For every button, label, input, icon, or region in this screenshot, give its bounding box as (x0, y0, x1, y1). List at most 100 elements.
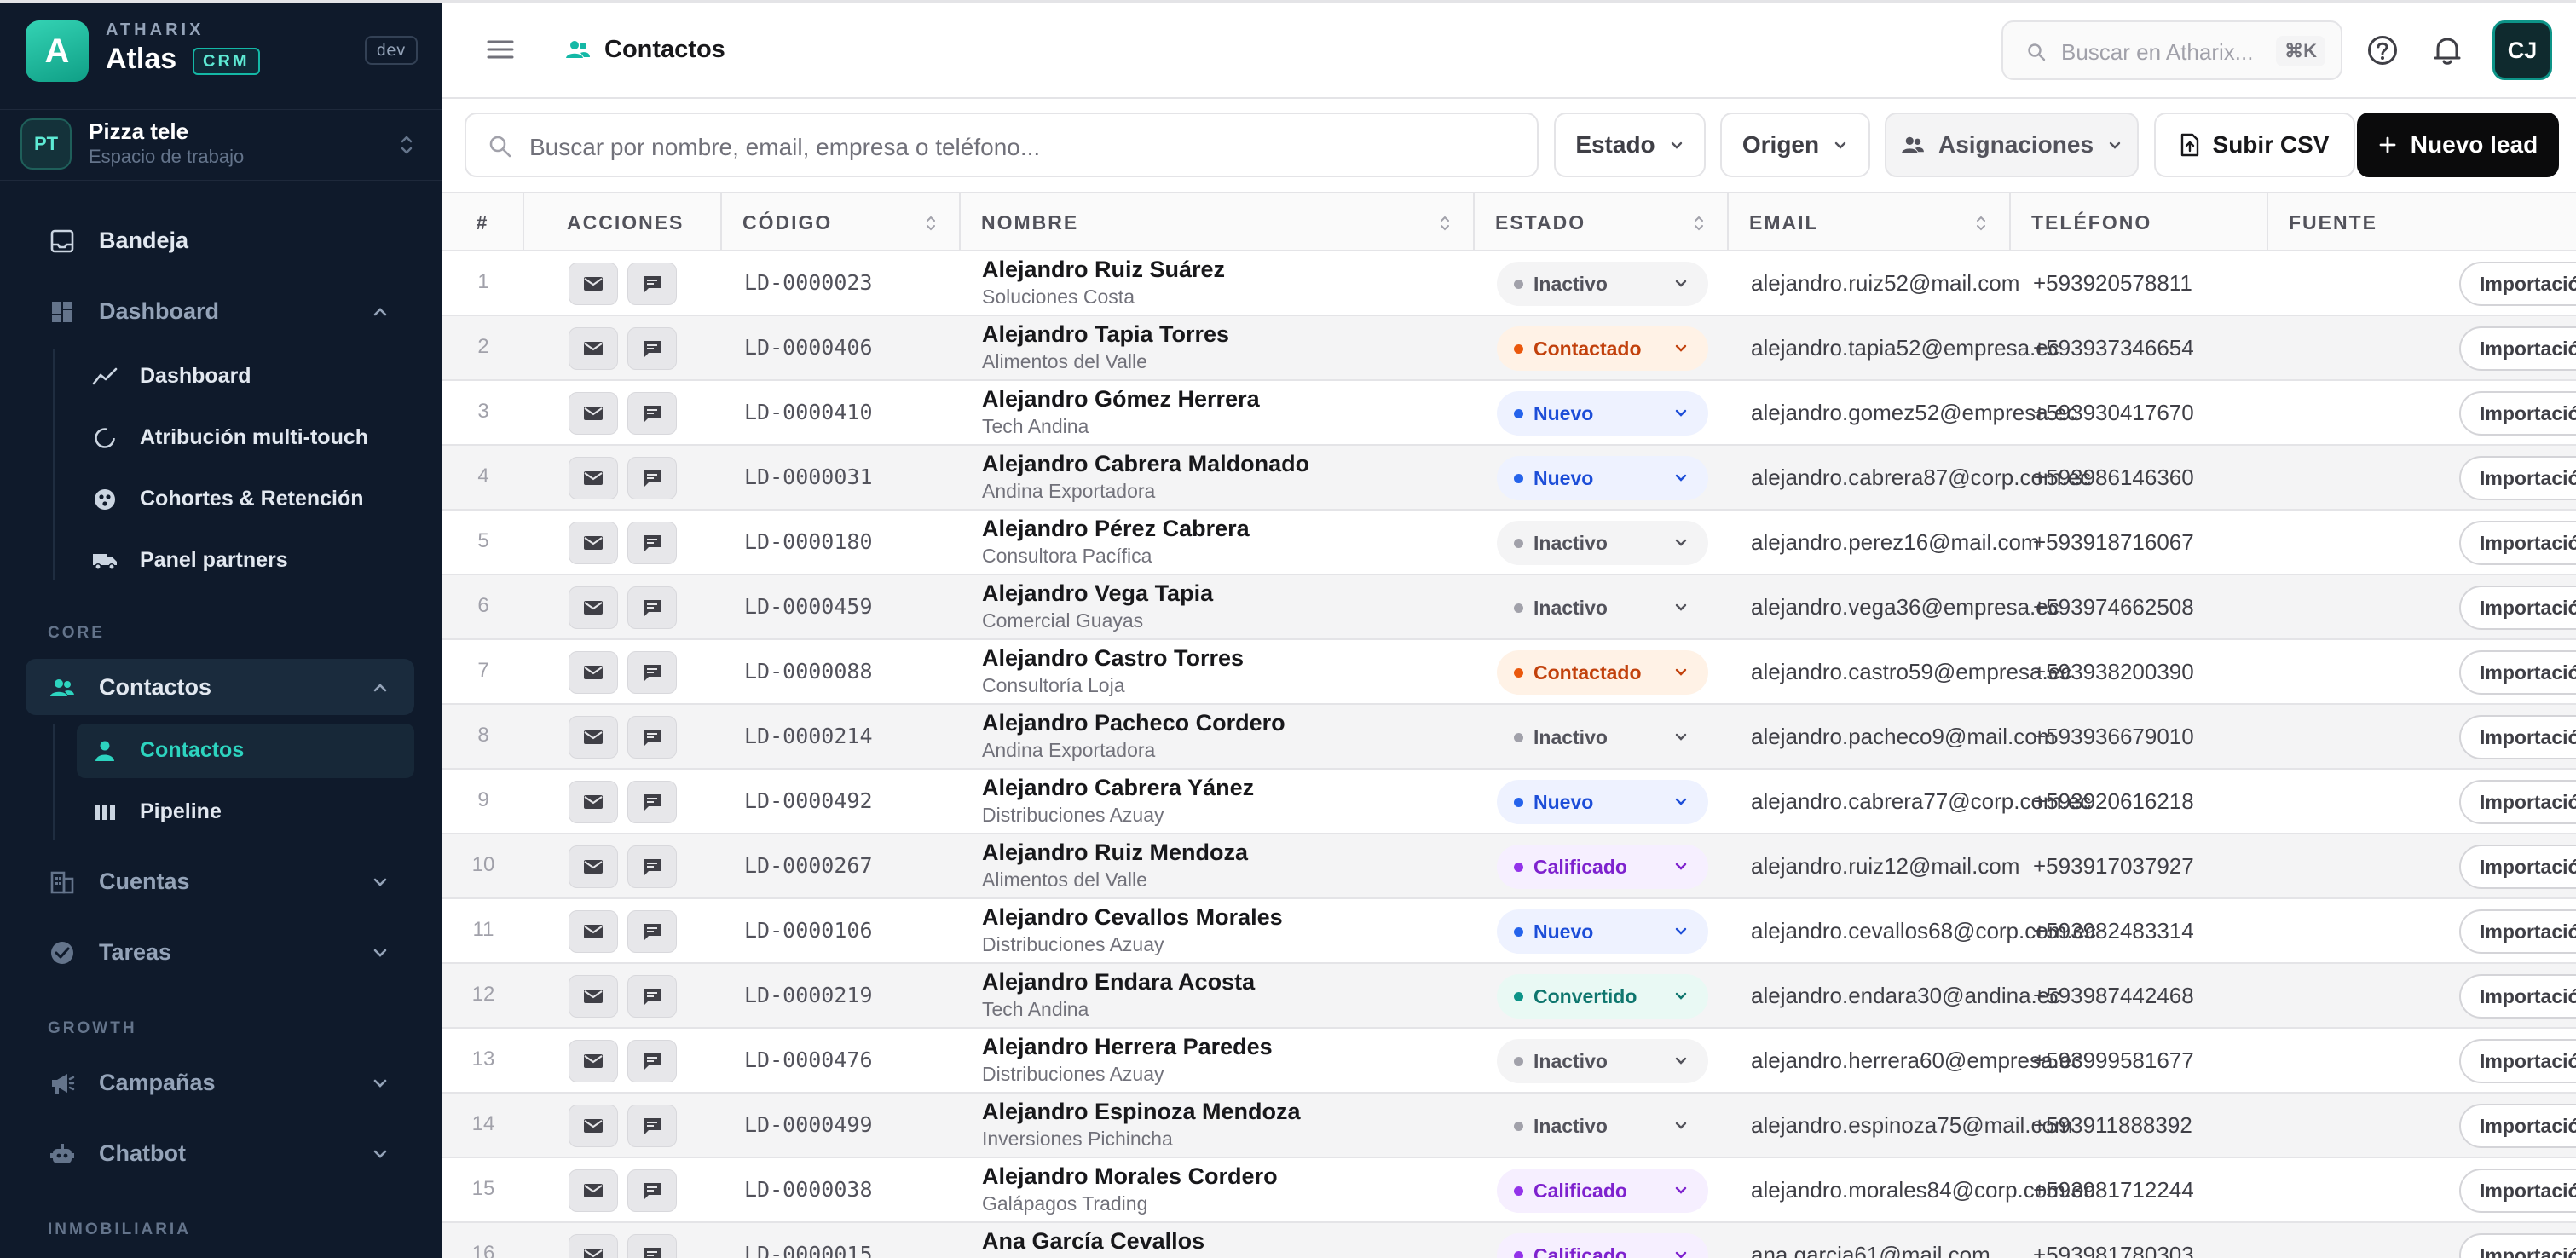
column-header-email[interactable]: EMAIL (1729, 193, 2011, 253)
sidebar-group-tasks[interactable]: Tareas (26, 924, 414, 980)
table-row[interactable]: 11 LD-0000106 Alejandro Cevallos Morales Di… (442, 899, 2576, 964)
lead-name[interactable]: Alejandro Vega Tapia (982, 580, 1213, 607)
send-message-button[interactable] (627, 457, 677, 499)
send-message-button[interactable] (627, 1234, 677, 1258)
column-header-status[interactable]: ESTADO (1475, 193, 1729, 253)
lead-email[interactable]: alejandro.perez16@mail.com (1751, 529, 2040, 556)
send-email-button[interactable] (569, 1040, 618, 1082)
table-row[interactable]: 10 LD-0000267 Alejandro Ruiz Mendoza Alimen… (442, 834, 2576, 899)
status-dropdown[interactable]: Nuevo (1497, 780, 1708, 824)
sidebar-subitem-attribution[interactable]: Atribución multi-touch (77, 411, 414, 465)
lead-name[interactable]: Alejandro Cevallos Morales (982, 904, 1283, 931)
status-dropdown[interactable]: Calificado (1497, 845, 1708, 889)
send-message-button[interactable] (627, 1105, 677, 1147)
new-lead-button[interactable]: Nuevo lead (2357, 113, 2559, 177)
send-message-button[interactable] (627, 910, 677, 953)
table-row[interactable]: 4 LD-0000031 Alejandro Cabrera Maldonado An… (442, 446, 2576, 511)
lead-name[interactable]: Alejandro Tapia Torres (982, 321, 1229, 348)
upload-csv-button[interactable]: Subir CSV (2154, 113, 2355, 177)
sidebar-group-chatbot[interactable]: Chatbot (26, 1125, 414, 1181)
lead-name[interactable]: Alejandro Ruiz Mendoza (982, 840, 1248, 866)
global-search[interactable]: Buscar en Atharix... ⌘K (2001, 20, 2342, 80)
lead-email[interactable]: alejandro.vega36@empresa.ec (1751, 594, 2059, 620)
send-message-button[interactable] (627, 263, 677, 305)
table-row[interactable]: 9 LD-0000492 Alejandro Cabrera Yánez Distri… (442, 770, 2576, 834)
status-dropdown[interactable]: Nuevo (1497, 909, 1708, 954)
send-email-button[interactable] (569, 975, 618, 1018)
lead-name[interactable]: Alejandro Cabrera Maldonado (982, 451, 1309, 477)
status-dropdown[interactable]: Inactivo (1497, 521, 1708, 565)
send-message-button[interactable] (627, 975, 677, 1018)
sidebar-group-dashboard[interactable]: Dashboard (26, 283, 414, 339)
sidebar-subitem-partners[interactable]: Panel partners (77, 534, 414, 588)
lead-name[interactable]: Alejandro Castro Torres (982, 645, 1244, 672)
send-email-button[interactable] (569, 845, 618, 888)
lead-name[interactable]: Alejandro Endara Acosta (982, 969, 1255, 995)
lead-email[interactable]: alejandro.espinoza75@mail.com (1751, 1112, 2073, 1139)
table-row[interactable]: 2 LD-0000406 Alejandro Tapia Torres Aliment… (442, 316, 2576, 381)
send-email-button[interactable] (569, 716, 618, 759)
send-email-button[interactable] (569, 392, 618, 435)
send-message-button[interactable] (627, 651, 677, 694)
lead-email[interactable]: alejandro.tapia52@empresa.ec (1751, 335, 2059, 361)
send-message-button[interactable] (627, 327, 677, 370)
status-filter-button[interactable]: Estado (1554, 113, 1706, 177)
send-email-button[interactable] (569, 651, 618, 694)
status-dropdown[interactable]: Inactivo (1497, 715, 1708, 759)
lead-name[interactable]: Alejandro Pacheco Cordero (982, 710, 1285, 736)
status-dropdown[interactable]: Inactivo (1497, 1039, 1708, 1083)
status-dropdown[interactable]: Nuevo (1497, 456, 1708, 500)
send-message-button[interactable] (627, 1040, 677, 1082)
send-email-button[interactable] (569, 586, 618, 629)
table-row[interactable]: 12 LD-0000219 Alejandro Endara Acosta Tech … (442, 964, 2576, 1029)
sidebar-group-accounts[interactable]: Cuentas (26, 853, 414, 909)
lead-email[interactable]: ana.garcia61@mail.com (1751, 1242, 1990, 1258)
send-message-button[interactable] (627, 845, 677, 888)
send-email-button[interactable] (569, 457, 618, 499)
status-dropdown[interactable]: Convertido (1497, 974, 1708, 1019)
send-message-button[interactable] (627, 781, 677, 823)
sidebar-subitem-cohorts[interactable]: Cohortes & Retención (77, 472, 414, 527)
send-email-button[interactable] (569, 327, 618, 370)
sidebar-subitem-dashboard[interactable]: Dashboard (77, 349, 414, 404)
origin-filter-button[interactable]: Origen (1720, 113, 1870, 177)
send-email-button[interactable] (569, 910, 618, 953)
sidebar-subitem-contacts[interactable]: Contactos (77, 724, 414, 778)
lead-name[interactable]: Ana García Cevallos (982, 1228, 1204, 1255)
table-row[interactable]: 5 LD-0000180 Alejandro Pérez Cabrera Consul… (442, 511, 2576, 575)
sidebar-group-contacts[interactable]: Contactos (26, 659, 414, 715)
send-email-button[interactable] (569, 781, 618, 823)
lead-name[interactable]: Alejandro Espinoza Mendoza (982, 1099, 1301, 1125)
send-message-button[interactable] (627, 586, 677, 629)
lead-email[interactable]: alejandro.castro59@empresa.ec (1751, 659, 2071, 685)
table-row[interactable]: 1 LD-0000023 Alejandro Ruiz Suárez Solucion… (442, 251, 2576, 316)
sidebar-group-campaigns[interactable]: Campañas (26, 1054, 414, 1111)
lead-name[interactable]: Alejandro Pérez Cabrera (982, 516, 1250, 542)
brand[interactable]: A ATHARIX Atlas CRM dev (26, 20, 418, 82)
sidebar-subitem-pipeline[interactable]: Pipeline (77, 785, 414, 840)
status-dropdown[interactable]: Calificado (1497, 1169, 1708, 1213)
status-dropdown[interactable]: Contactado (1497, 650, 1708, 695)
table-row[interactable]: 16 LD-0000015 Ana García Cevallos Calificad… (442, 1223, 2576, 1258)
lead-name[interactable]: Alejandro Gómez Herrera (982, 386, 1260, 413)
user-avatar[interactable]: CJ (2492, 20, 2552, 80)
column-header-name[interactable]: NOMBRE (961, 193, 1475, 253)
send-message-button[interactable] (627, 716, 677, 759)
send-email-button[interactable] (569, 522, 618, 564)
assignments-filter-button[interactable]: Asignaciones (1885, 113, 2139, 177)
send-message-button[interactable] (627, 392, 677, 435)
table-row[interactable]: 8 LD-0000214 Alejandro Pacheco Cordero Andi… (442, 705, 2576, 770)
send-email-button[interactable] (569, 263, 618, 305)
status-dropdown[interactable]: Inactivo (1497, 586, 1708, 630)
table-row[interactable]: 6 LD-0000459 Alejandro Vega Tapia Comercial… (442, 575, 2576, 640)
status-dropdown[interactable]: Inactivo (1497, 1104, 1708, 1148)
lead-email[interactable]: alejandro.pacheco9@mail.com (1751, 724, 2055, 750)
sidebar-item-inbox[interactable]: Bandeja (26, 212, 414, 268)
status-dropdown[interactable]: Calificado (1497, 1233, 1708, 1258)
lead-email[interactable]: alejandro.gomez52@empresa.ec (1751, 400, 2077, 426)
column-header-code[interactable]: CÓDIGO (722, 193, 961, 253)
workspace-switcher[interactable]: PT Pizza tele Espacio de trabajo (0, 109, 442, 181)
lead-name[interactable]: Alejandro Cabrera Yánez (982, 775, 1254, 801)
status-dropdown[interactable]: Nuevo (1497, 391, 1708, 436)
table-row[interactable]: 13 LD-0000476 Alejandro Herrera Paredes Dis… (442, 1029, 2576, 1094)
